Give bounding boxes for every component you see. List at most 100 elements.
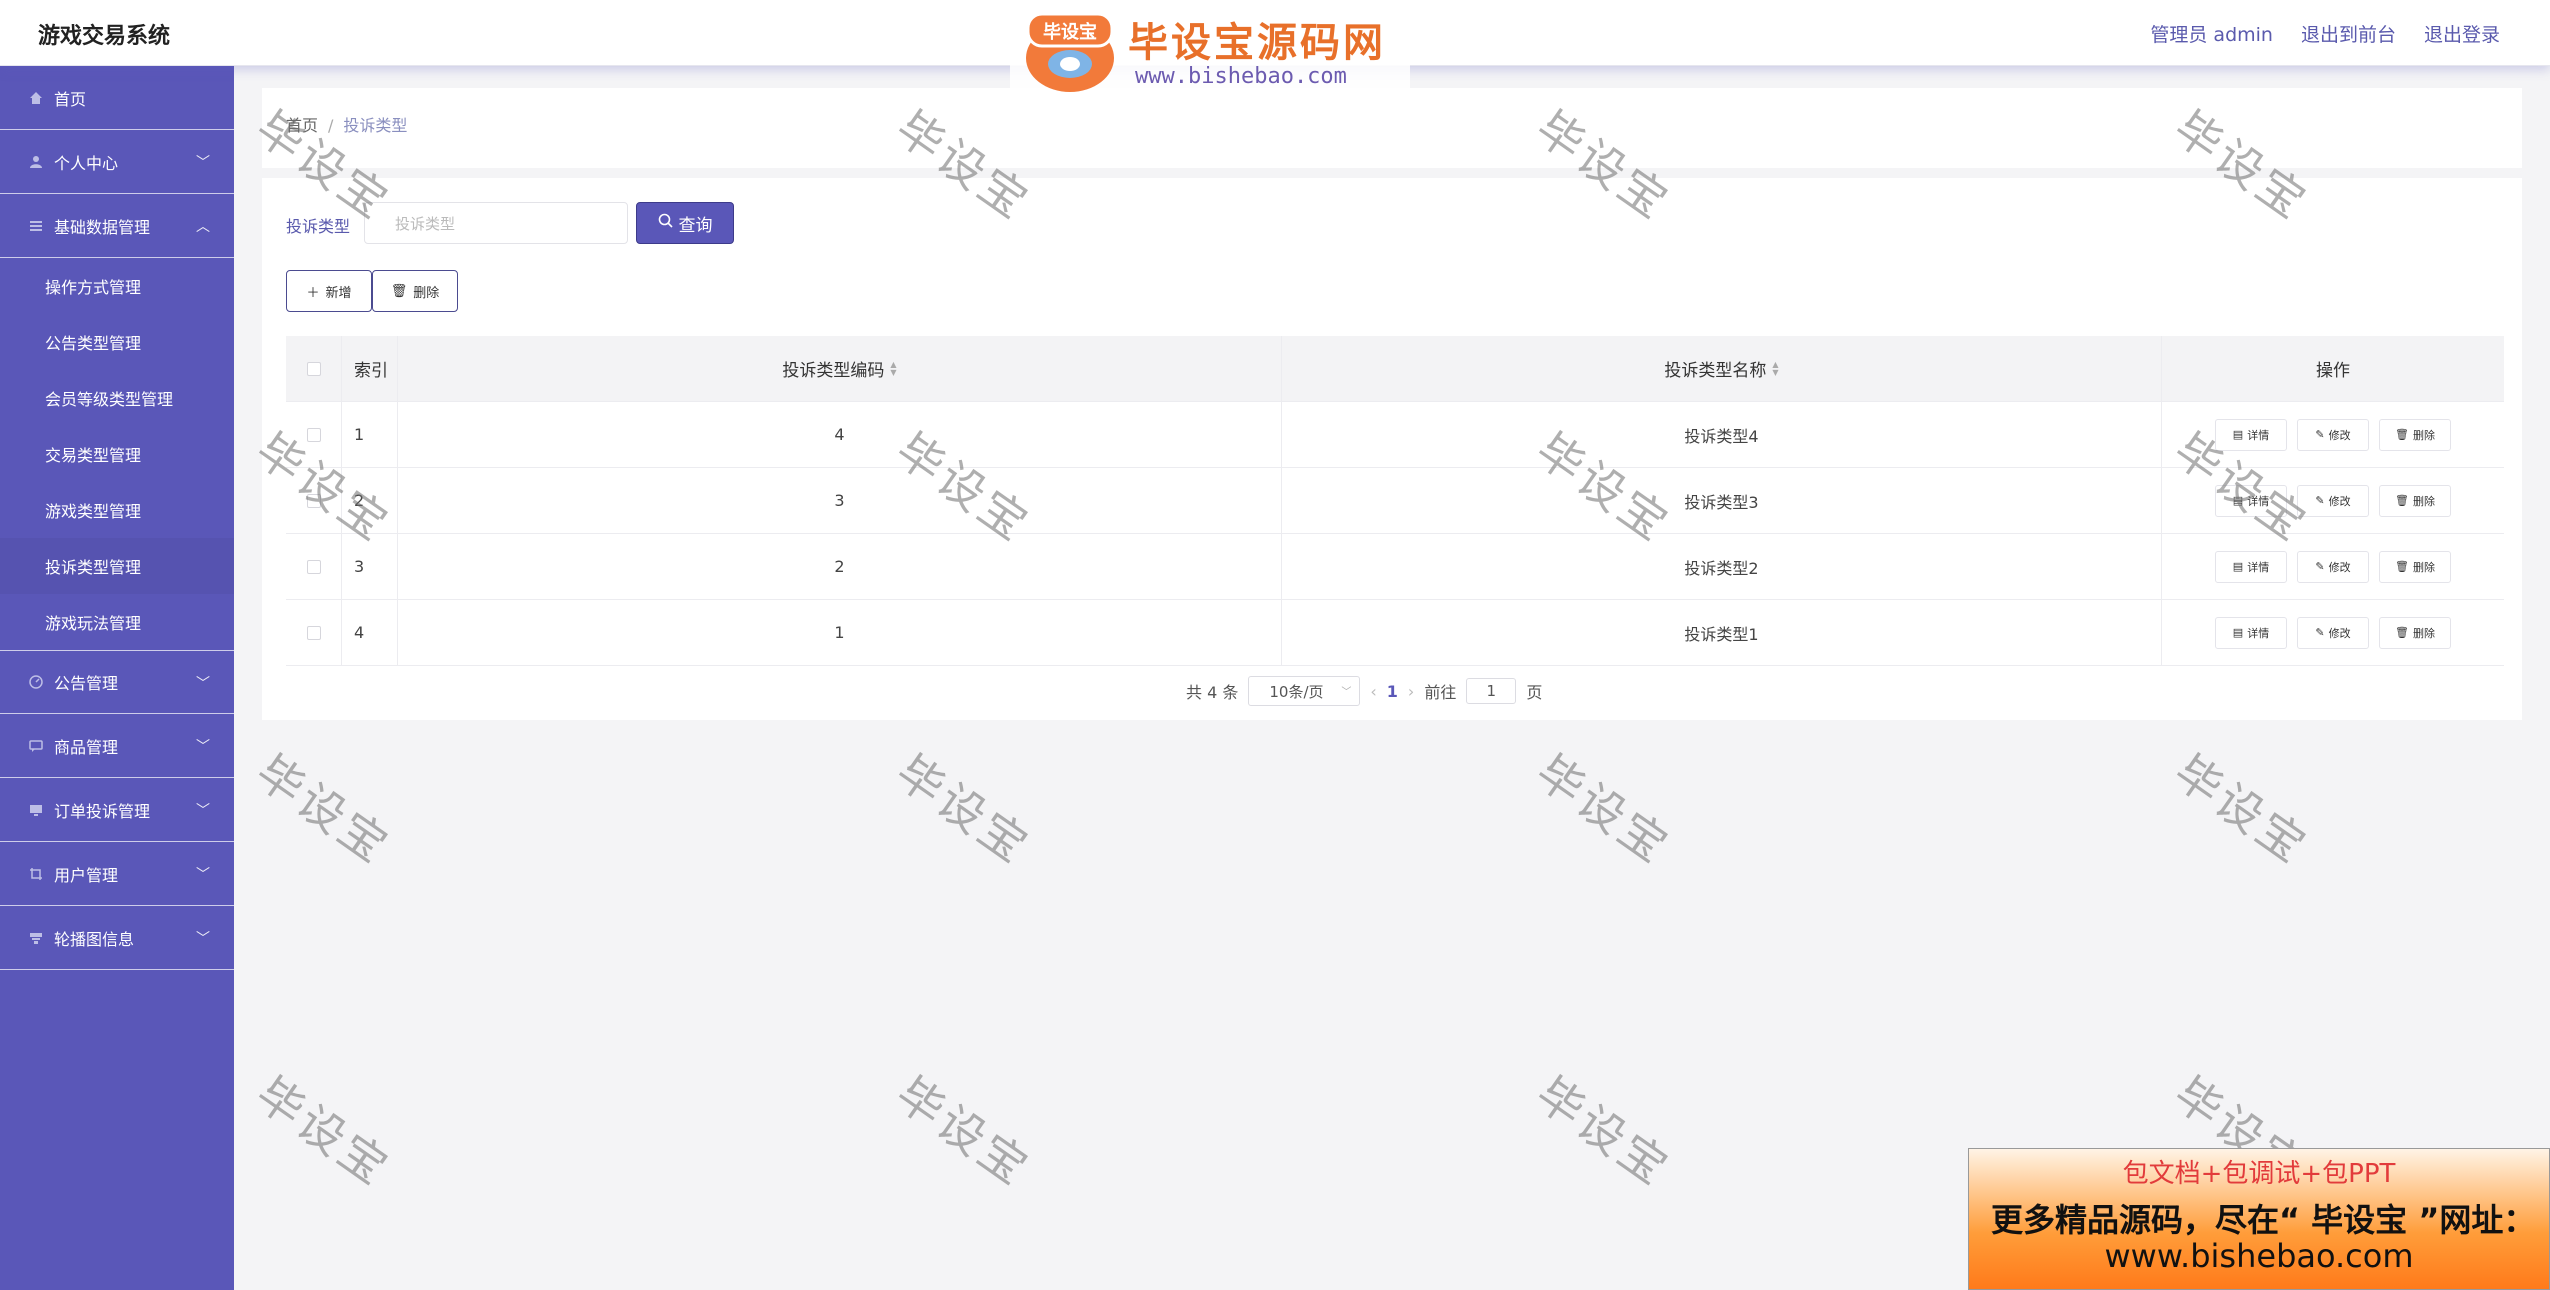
pagination-total: 共 4 条 bbox=[1186, 683, 1239, 702]
sidebar-subitem-member-level[interactable]: 会员等级类型管理 bbox=[0, 370, 234, 426]
prev-page-icon[interactable]: ‹ bbox=[1370, 682, 1376, 701]
detail-label: 详情 bbox=[2247, 494, 2270, 508]
delete-button[interactable]: 🗑 删除 bbox=[2379, 550, 2451, 583]
batch-delete-button[interactable]: 🗑 删除 bbox=[372, 270, 458, 312]
sidebar-item-home[interactable]: 首页 bbox=[0, 66, 234, 130]
stack-icon bbox=[28, 930, 44, 946]
detail-label: 详情 bbox=[2247, 626, 2270, 640]
header-name[interactable]: 投诉类型名称 ▲ ▼ bbox=[1282, 336, 2162, 401]
basic-data-submenu: 操作方式管理 公告类型管理 会员等级类型管理 交易类型管理 游戏类型管理 投诉类… bbox=[0, 258, 234, 650]
delete-button[interactable]: 🗑 删除 bbox=[2379, 418, 2451, 451]
edit-button[interactable]: ✎ 修改 bbox=[2297, 550, 2369, 583]
delete-button[interactable]: 🗑 删除 bbox=[2379, 484, 2451, 517]
sidebar-subitem-gameplay[interactable]: 游戏玩法管理 bbox=[0, 594, 234, 650]
sidebar-subitem-complaint-type[interactable]: 投诉类型管理 bbox=[0, 538, 234, 594]
breadcrumb-separator: / bbox=[328, 116, 334, 135]
watermark-text: 毕设宝 bbox=[886, 744, 1041, 875]
table-row: 1 4 投诉类型4 ▤ 详情 ✎ 修改 🗑 删除 bbox=[286, 402, 2504, 468]
sidebar-item-order-complaints[interactable]: 订单投诉管理 ﹀ bbox=[0, 778, 234, 842]
detail-button[interactable]: ▤ 详情 bbox=[2215, 616, 2287, 649]
row-checkbox-cell bbox=[286, 600, 342, 665]
search-button[interactable]: 查询 bbox=[636, 202, 734, 244]
sidebar-subitem-notice-type[interactable]: 公告类型管理 bbox=[0, 314, 234, 370]
sort-icon[interactable]: ▲ ▼ bbox=[1772, 360, 1778, 377]
header-links: 管理员 admin 退出到前台 退出登录 bbox=[2150, 20, 2500, 47]
row-ops: ▤ 详情 ✎ 修改 🗑 删除 bbox=[2162, 600, 2504, 665]
header-code[interactable]: 投诉类型编码 ▲ ▼ bbox=[398, 336, 1282, 401]
sidebar-item-carousel[interactable]: 轮播图信息 ﹀ bbox=[0, 906, 234, 970]
row-code: 3 bbox=[398, 468, 1282, 533]
crop-icon bbox=[28, 866, 44, 882]
edit-label: 修改 bbox=[2328, 560, 2351, 574]
breadcrumb-card: 首页 / 投诉类型 bbox=[262, 88, 2522, 168]
watermark-text: 毕设宝 bbox=[1526, 744, 1681, 875]
sidebar-item-label: 公告管理 bbox=[54, 674, 119, 693]
sidebar-item-label: 商品管理 bbox=[54, 737, 119, 757]
sidebar: 首页 个人中心 ﹀ 基础数据管理 ︿ 操作方式管理 公告类型管理 会员等级类型管… bbox=[0, 66, 234, 1290]
chevron-down-icon: ﹀ bbox=[196, 931, 210, 947]
app-title: 游戏交易系统 bbox=[38, 24, 171, 49]
sidebar-item-basic-data[interactable]: 基础数据管理 ︿ bbox=[0, 194, 234, 258]
row-code: 2 bbox=[398, 534, 1282, 599]
plus-icon: ＋ bbox=[306, 285, 320, 301]
row-ops: ▤ 详情 ✎ 修改 🗑 删除 bbox=[2162, 468, 2504, 533]
current-page[interactable]: 1 bbox=[1387, 682, 1398, 701]
row-index: 3 bbox=[342, 534, 398, 599]
sidebar-item-goods[interactable]: 商品管理 ﹀ bbox=[0, 714, 234, 778]
sidebar-item-label: 轮播图信息 bbox=[54, 929, 135, 949]
goto-suffix: 页 bbox=[1526, 683, 1543, 702]
watermark-text: 毕设宝 bbox=[246, 744, 401, 875]
logout-link[interactable]: 退出登录 bbox=[2424, 20, 2500, 47]
detail-button[interactable]: ▤ 详情 bbox=[2215, 484, 2287, 517]
edit-label: 修改 bbox=[2328, 494, 2351, 508]
sidebar-item-notices[interactable]: 公告管理 ﹀ bbox=[0, 650, 234, 714]
edit-label: 修改 bbox=[2328, 626, 2351, 640]
trash-icon: 🗑 bbox=[2395, 626, 2409, 639]
detail-button[interactable]: ▤ 详情 bbox=[2215, 418, 2287, 451]
select-all-checkbox[interactable] bbox=[306, 361, 321, 376]
sidebar-item-profile[interactable]: 个人中心 ﹀ bbox=[0, 130, 234, 194]
doc-icon: ▤ bbox=[2232, 626, 2244, 639]
gauge-icon bbox=[28, 674, 44, 690]
search-label: 投诉类型 bbox=[286, 217, 351, 236]
delete-button[interactable]: 🗑 删除 bbox=[2379, 616, 2451, 649]
sidebar-item-users[interactable]: 用户管理 ﹀ bbox=[0, 842, 234, 906]
promo-banner[interactable]: 包文档+包调试+包PPT 更多精品源码，尽在“ 毕设宝 ”网址： www.bis… bbox=[1968, 1148, 2550, 1290]
row-name: 投诉类型4 bbox=[1282, 402, 2162, 467]
add-button[interactable]: ＋ 新增 bbox=[286, 270, 372, 312]
goto-page-input[interactable]: 1 bbox=[1466, 678, 1517, 704]
edit-button[interactable]: ✎ 修改 bbox=[2297, 418, 2369, 451]
sidebar-subitem-trade-type[interactable]: 交易类型管理 bbox=[0, 426, 234, 482]
breadcrumb-home[interactable]: 首页 bbox=[286, 116, 318, 135]
header-index: 索引 bbox=[342, 336, 398, 401]
breadcrumb-current: 投诉类型 bbox=[343, 116, 408, 135]
edit-icon: ✎ bbox=[2315, 560, 2325, 573]
edit-button[interactable]: ✎ 修改 bbox=[2297, 616, 2369, 649]
sidebar-subitem-operation[interactable]: 操作方式管理 bbox=[0, 258, 234, 314]
detail-button[interactable]: ▤ 详情 bbox=[2215, 550, 2287, 583]
header-code-label: 投诉类型编码 bbox=[782, 361, 885, 381]
watermark-text: 毕设宝 bbox=[2164, 744, 2319, 875]
search-icon bbox=[658, 213, 673, 233]
table-row: 4 1 投诉类型1 ▤ 详情 ✎ 修改 🗑 删除 bbox=[286, 600, 2504, 666]
to-front-link[interactable]: 退出到前台 bbox=[2301, 20, 2396, 47]
edit-label: 修改 bbox=[2328, 428, 2351, 442]
row-ops: ▤ 详情 ✎ 修改 🗑 删除 bbox=[2162, 402, 2504, 467]
row-checkbox[interactable] bbox=[306, 493, 321, 508]
header-name-label: 投诉类型名称 bbox=[1664, 361, 1767, 381]
complaint-type-table: 索引 投诉类型编码 ▲ ▼ 投诉类型名称 ▲ ▼ 操作 1 4 投诉类型4 ▤ 详情 ✎ 修… bbox=[286, 336, 2504, 666]
delete-label: 删除 bbox=[2412, 428, 2435, 442]
trash-icon: 🗑 bbox=[2395, 560, 2409, 573]
complaint-type-search-input[interactable]: 投诉类型 bbox=[364, 202, 628, 244]
edit-button[interactable]: ✎ 修改 bbox=[2297, 484, 2369, 517]
trash-icon: 🗑 bbox=[2395, 428, 2409, 441]
sort-icon[interactable]: ▲ ▼ bbox=[890, 360, 896, 377]
next-page-icon[interactable]: › bbox=[1408, 682, 1414, 701]
row-checkbox[interactable] bbox=[306, 427, 321, 442]
page-size-select[interactable]: 10条/页 ﹀ bbox=[1248, 676, 1361, 706]
sidebar-subitem-game-type[interactable]: 游戏类型管理 bbox=[0, 482, 234, 538]
row-checkbox[interactable] bbox=[306, 625, 321, 640]
admin-label: 管理员 admin bbox=[2150, 24, 2273, 46]
row-checkbox[interactable] bbox=[306, 559, 321, 574]
edit-icon: ✎ bbox=[2315, 494, 2325, 507]
